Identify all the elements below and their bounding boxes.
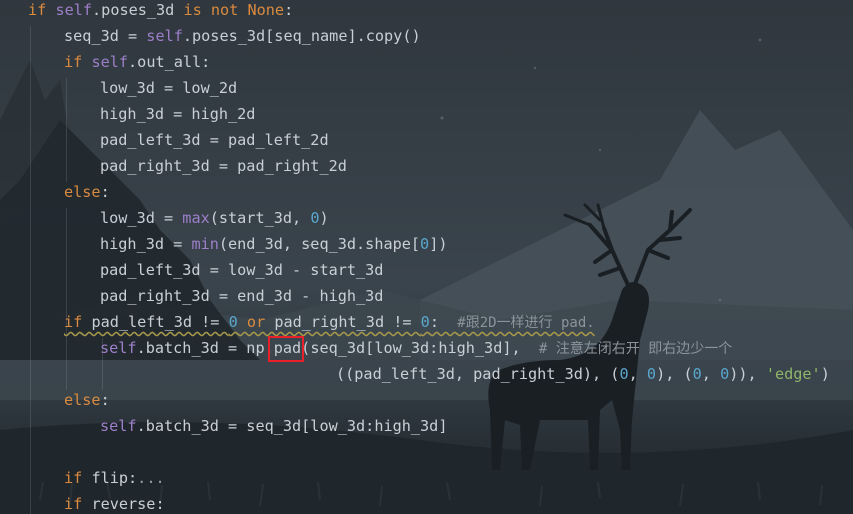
code-token: ... xyxy=(137,469,165,487)
code-line[interactable]: else: xyxy=(64,387,110,413)
code-line[interactable]: if self.poses_3d is not None: xyxy=(28,0,293,23)
code-token: .out_all: xyxy=(128,53,211,71)
code-token: self xyxy=(91,53,129,71)
code-token: high_3d = xyxy=(100,235,192,253)
code-token: ) xyxy=(820,365,830,383)
code-token: self xyxy=(100,417,137,435)
code-token: else xyxy=(64,183,101,201)
code-token: : xyxy=(284,1,294,19)
code-token: (seq_3d[low_3d:high_3d], xyxy=(301,339,539,357)
code-token: 'edge' xyxy=(765,365,821,383)
code-token: , xyxy=(701,365,721,383)
code-token: pad_left_3d = low_3d - start_3d xyxy=(100,261,384,279)
code-token: : xyxy=(100,183,110,201)
code-token: 0 xyxy=(420,313,430,331)
code-token: pad_left_3d = pad_left_2d xyxy=(100,131,329,149)
code-token: ]) xyxy=(429,235,448,253)
code-token: 0 xyxy=(619,365,629,383)
code-token: .poses_3d xyxy=(92,1,184,19)
code-token: if xyxy=(64,469,83,487)
code-token: flip: xyxy=(82,469,138,487)
code-token: or xyxy=(246,313,266,331)
code-line[interactable]: pad_right_3d = pad_right_2d xyxy=(100,153,347,179)
code-token: .poses_3d[seq_name].copy() xyxy=(182,27,421,45)
code-line[interactable]: pad_left_3d = pad_left_2d xyxy=(100,127,329,153)
code-line[interactable]: seq_3d = self.poses_3d[seq_name].copy() xyxy=(64,23,421,49)
code-token: ((pad_left_3d, pad_right_3d), ( xyxy=(336,365,620,383)
code-line[interactable]: ((pad_left_3d, pad_right_3d), (0, 0), (0… xyxy=(336,361,830,387)
code-token: low_3d = low_2d xyxy=(100,79,238,97)
code-token: pad_right_3d != xyxy=(265,313,421,331)
code-line[interactable]: else: xyxy=(64,179,110,205)
code-token: self xyxy=(100,339,137,357)
code-token: if xyxy=(28,1,47,19)
code-token: if xyxy=(64,495,83,513)
code-token: else xyxy=(64,391,101,409)
code-token: 0 xyxy=(228,313,238,331)
code-line[interactable]: pad_right_3d = end_3d - high_3d xyxy=(100,283,383,309)
code-token: 0 xyxy=(646,365,657,383)
code-token: (start_3d, xyxy=(209,209,311,227)
code-line[interactable]: if pad_left_3d != 0 or pad_right_3d != 0… xyxy=(64,309,595,335)
code-token: : xyxy=(100,391,110,409)
indent-guide xyxy=(30,26,31,514)
code-token: high_3d = high_2d xyxy=(100,105,256,123)
code-editor[interactable]: if self.poses_3d is not None: seq_3d = s… xyxy=(0,0,853,514)
code-token: # 注意左闭右开 即右边少一个 xyxy=(538,341,733,357)
code-token: .batch_3d = seq_3d[low_3d:high_3d] xyxy=(136,417,448,435)
code-token: seq_3d = xyxy=(64,27,147,45)
code-token: is not None xyxy=(183,1,285,19)
code-line[interactable]: self.batch_3d = seq_3d[low_3d:high_3d] xyxy=(100,413,447,439)
code-token: ), ( xyxy=(656,365,693,383)
code-token: : xyxy=(429,313,458,331)
code-line[interactable]: low_3d = low_2d xyxy=(100,75,237,101)
code-token: #跟2D一样进行 pad. xyxy=(457,315,595,331)
indent-guide xyxy=(66,208,67,390)
code-token: )), xyxy=(729,365,766,383)
code-token: self xyxy=(146,27,183,45)
code-line[interactable]: self.batch_3d = np.pad(seq_3d[low_3d:hig… xyxy=(100,335,732,361)
code-token: (end_3d, seq_3d.shape[ xyxy=(218,235,421,253)
code-token: self xyxy=(55,1,93,19)
code-token: 0 xyxy=(692,365,702,383)
code-line[interactable]: high_3d = min(end_3d, seq_3d.shape[0]) xyxy=(100,231,448,257)
code-token: low_3d = xyxy=(100,209,183,227)
code-line[interactable]: if reverse: xyxy=(64,491,165,514)
code-line[interactable]: pad_left_3d = low_3d - start_3d xyxy=(100,257,383,283)
code-line[interactable]: low_3d = max(start_3d, 0) xyxy=(100,205,329,231)
code-token: reverse: xyxy=(82,495,165,513)
code-line[interactable]: if flip:... xyxy=(64,465,165,491)
code-line[interactable]: high_3d = high_2d xyxy=(100,101,255,127)
code-token: pad_right_3d = pad_right_2d xyxy=(100,157,347,175)
code-token: ) xyxy=(319,209,329,227)
code-token: if xyxy=(64,313,83,331)
indent-guide xyxy=(66,78,67,182)
code-token: min xyxy=(191,235,219,253)
code-token: pad_right_3d = end_3d - high_3d xyxy=(100,287,384,305)
code-token: 0 xyxy=(420,235,430,253)
code-token: , xyxy=(628,365,647,383)
code-token: max xyxy=(182,209,210,227)
code-line[interactable]: if self.out_all: xyxy=(64,49,210,75)
code-token: .batch_3d = np. xyxy=(136,339,274,357)
code-token: pad_left_3d != xyxy=(82,313,229,331)
code-token: if xyxy=(64,53,83,71)
annotation-highlight-box xyxy=(268,336,304,362)
code-token: 0 xyxy=(720,365,730,383)
